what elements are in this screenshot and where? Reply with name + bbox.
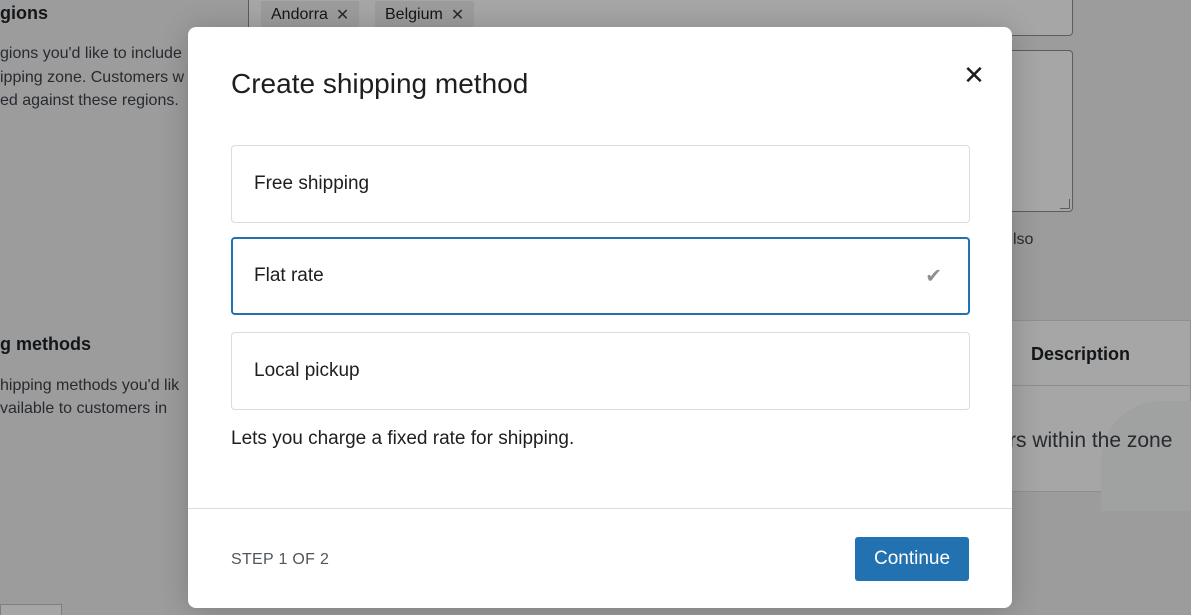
create-shipping-method-modal: Create shipping method ✕ Free shipping F…: [188, 27, 1012, 608]
option-free-shipping[interactable]: Free shipping: [231, 145, 970, 223]
close-icon[interactable]: ✕: [960, 60, 988, 90]
option-flat-rate[interactable]: Flat rate ✔: [231, 237, 970, 315]
continue-button[interactable]: Continue: [855, 537, 969, 581]
option-local-pickup[interactable]: Local pickup: [231, 332, 970, 410]
method-description: Lets you charge a fixed rate for shippin…: [231, 428, 575, 449]
option-label: Free shipping: [254, 173, 370, 194]
option-label: Local pickup: [254, 360, 360, 381]
option-label: Flat rate: [254, 265, 324, 286]
footer-divider: [188, 508, 1012, 509]
checkmark-icon: ✔: [925, 265, 942, 288]
modal-title: Create shipping method: [231, 68, 529, 99]
step-indicator: STEP 1 OF 2: [231, 551, 330, 568]
